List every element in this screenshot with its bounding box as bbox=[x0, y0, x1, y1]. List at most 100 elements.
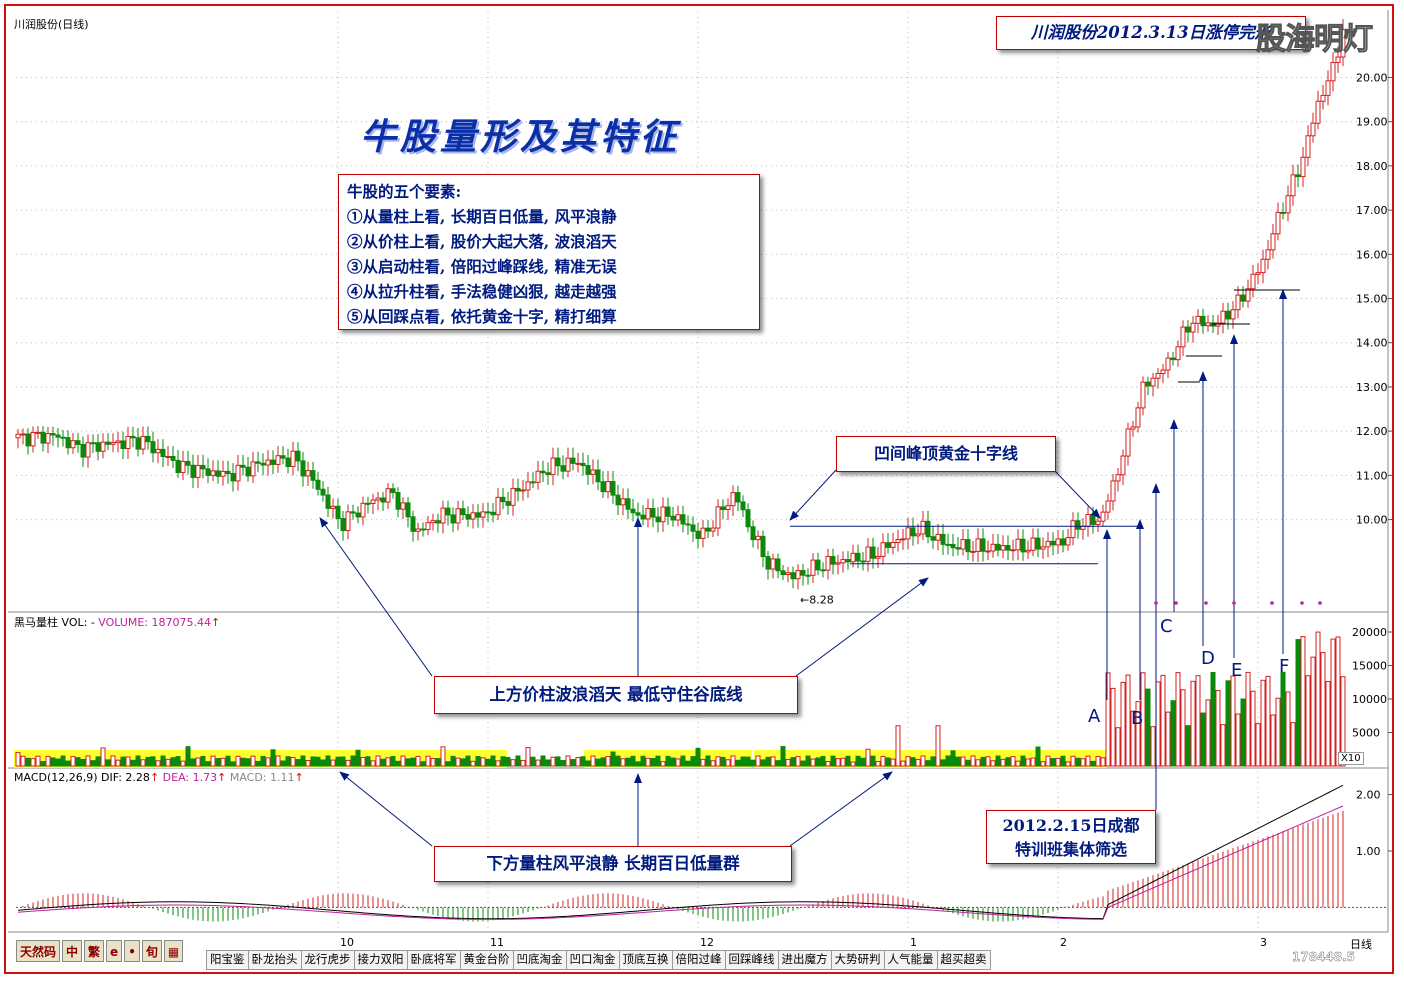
volume-bar bbox=[885, 757, 891, 767]
candle-body bbox=[420, 528, 426, 531]
volume-bar bbox=[775, 760, 781, 767]
candle-body bbox=[615, 494, 621, 506]
tab-0[interactable]: 阳宝鉴 bbox=[206, 950, 249, 970]
volume-bar bbox=[80, 758, 86, 767]
candle-body bbox=[635, 512, 641, 516]
volume-bar bbox=[1230, 675, 1236, 767]
candle-body bbox=[360, 502, 366, 518]
candle-body bbox=[170, 456, 176, 461]
candle-body bbox=[1045, 540, 1051, 548]
candle-body bbox=[740, 501, 746, 511]
volume-bar bbox=[1260, 679, 1266, 767]
tab-11[interactable]: 进出魔方 bbox=[777, 950, 832, 970]
candle-body bbox=[430, 520, 436, 524]
tab-1[interactable]: 卧龙抬头 bbox=[247, 950, 302, 970]
candle-body bbox=[1190, 322, 1196, 333]
candle-body bbox=[935, 533, 941, 541]
candle-body bbox=[870, 546, 876, 559]
tab-9[interactable]: 倍阳过峰 bbox=[671, 950, 726, 970]
volume-bar bbox=[655, 755, 661, 767]
toolbar-button-xun[interactable]: 旬 bbox=[141, 940, 162, 962]
candle-body bbox=[1125, 428, 1131, 457]
keyboard-icon[interactable]: ▦ bbox=[163, 940, 184, 962]
candle-body bbox=[1330, 62, 1336, 82]
candle-body bbox=[1090, 514, 1096, 525]
candle-body bbox=[785, 572, 791, 576]
candle-body bbox=[240, 464, 246, 468]
candle-body bbox=[495, 496, 501, 516]
candle-body bbox=[735, 492, 741, 503]
volume-bar bbox=[360, 756, 366, 767]
tab-2[interactable]: 龙行虎步 bbox=[300, 950, 355, 970]
candle-body bbox=[1005, 545, 1011, 551]
candle-body bbox=[25, 433, 31, 447]
volume-bar bbox=[270, 749, 276, 767]
candle-body bbox=[1110, 480, 1116, 502]
candlestick-chart[interactable]: 10 11 12 1 2 310.0011.0012.0013.0014.0015.001… bbox=[0, 0, 1404, 982]
volume-bar bbox=[1240, 698, 1246, 767]
volume-bar bbox=[670, 757, 676, 767]
volume-bar bbox=[350, 755, 356, 767]
toolbar-button-traditional[interactable]: 繁 bbox=[84, 940, 105, 962]
tab-7[interactable]: 凹口淘金 bbox=[565, 950, 620, 970]
volume-bar bbox=[1235, 713, 1241, 767]
volume-bar bbox=[470, 760, 476, 767]
volume-bar bbox=[755, 755, 761, 767]
candle-body bbox=[85, 442, 91, 458]
arrow-volume-right bbox=[789, 771, 893, 847]
candle-body bbox=[905, 527, 911, 540]
toolbar-button-chinese[interactable]: 中 bbox=[62, 940, 83, 962]
volume-bar bbox=[1115, 727, 1121, 767]
volume-bar bbox=[1290, 722, 1296, 767]
tab-8[interactable]: 顶底互换 bbox=[618, 950, 673, 970]
toolbar-button-input[interactable]: 天然码 bbox=[16, 940, 61, 962]
volume-bar bbox=[535, 759, 541, 767]
volume-bar bbox=[585, 760, 591, 767]
month-tick-label: 3 bbox=[1260, 936, 1267, 949]
volume-bar bbox=[525, 747, 531, 767]
candle-body bbox=[1295, 174, 1301, 178]
volume-bar bbox=[340, 756, 346, 767]
candle-body bbox=[200, 464, 206, 470]
price-tick-label: 14.00 bbox=[1356, 337, 1388, 350]
candle-body bbox=[1205, 322, 1211, 327]
volume-bar bbox=[400, 755, 406, 767]
candle-body bbox=[355, 512, 361, 518]
candle-body bbox=[540, 470, 546, 474]
candle-body bbox=[325, 494, 331, 509]
volume-bar bbox=[170, 757, 176, 767]
tab-3[interactable]: 接力双阳 bbox=[353, 950, 408, 970]
candle-body bbox=[1135, 407, 1141, 428]
candle-body bbox=[350, 511, 356, 514]
candle-body bbox=[595, 469, 601, 483]
volume-bar bbox=[925, 760, 931, 767]
volume-bar bbox=[195, 757, 201, 767]
volume-bar bbox=[1150, 726, 1156, 767]
candle-body bbox=[660, 506, 666, 523]
tab-5[interactable]: 黄金台阶 bbox=[459, 950, 514, 970]
toolbar-button-e[interactable]: e bbox=[106, 940, 123, 962]
price-tick-label: 20.00 bbox=[1356, 71, 1388, 84]
candle-body bbox=[20, 433, 26, 436]
candle-body bbox=[705, 527, 711, 532]
tab-14[interactable]: 超买超卖 bbox=[936, 950, 991, 970]
candle-body bbox=[280, 455, 286, 459]
candle-body bbox=[235, 464, 241, 482]
tab-6[interactable]: 凹底淘金 bbox=[512, 950, 567, 970]
candle-body bbox=[520, 489, 526, 492]
candle-body bbox=[190, 464, 196, 478]
candle-body bbox=[1220, 310, 1226, 324]
candle-body bbox=[725, 505, 731, 510]
candle-body bbox=[670, 515, 676, 521]
tab-13[interactable]: 人气能量 bbox=[883, 950, 938, 970]
candle-body bbox=[1020, 538, 1026, 553]
tab-4[interactable]: 卧底将军 bbox=[406, 950, 461, 970]
candle-body bbox=[1015, 538, 1021, 551]
volume-bar bbox=[495, 760, 501, 767]
toolbar-button-dot[interactable]: • bbox=[124, 940, 140, 962]
tab-10[interactable]: 回踩峰线 bbox=[724, 950, 779, 970]
candle-body bbox=[790, 572, 796, 580]
macd-tick-label: 1.00 bbox=[1356, 845, 1381, 858]
volume-bar bbox=[1085, 755, 1091, 767]
tab-12[interactable]: 大势研判 bbox=[830, 950, 885, 970]
